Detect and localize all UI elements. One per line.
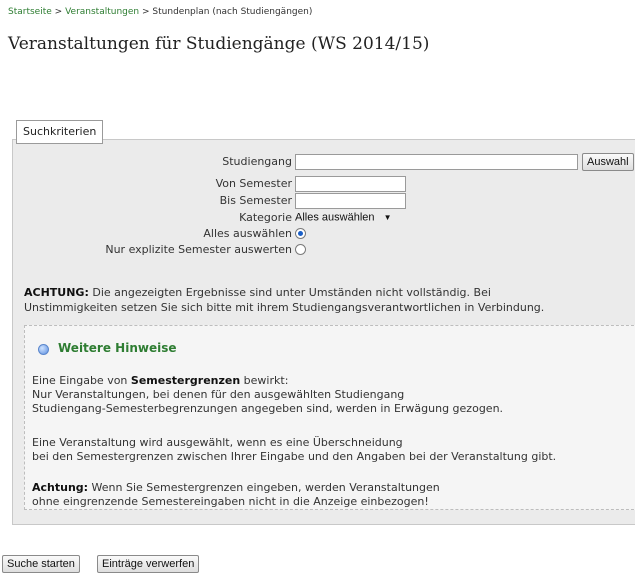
breadcrumb: Startseite > Veranstaltungen > Stundenpl… <box>8 7 312 17</box>
hint-p3-line2: ohne eingrenzende Semestereingaben nicht… <box>32 495 429 508</box>
radio-explicit-semester[interactable] <box>295 244 306 255</box>
breadcrumb-home-link[interactable]: Startseite <box>8 7 52 17</box>
kategorie-row: Kategorie Alles auswählen ▼ <box>0 210 635 226</box>
hint-paragraph-3: Achtung: Wenn Sie Semestergrenzen eingeb… <box>32 481 632 509</box>
hint-p2-line1: Eine Veranstaltung wird ausgewählt, wenn… <box>32 436 403 449</box>
studiengang-row: Studiengang Auswahl <box>0 153 635 171</box>
breadcrumb-events-link[interactable]: Veranstaltungen <box>65 7 139 17</box>
radio-all-row: Alles auswählen <box>0 226 635 242</box>
radio-all-label: Alles auswählen <box>203 227 292 240</box>
warning-line1: Die angezeigten Ergebnisse sind unter Um… <box>88 286 491 299</box>
chevron-down-icon: ▼ <box>383 213 392 222</box>
search-criteria-legend: Suchkriterien <box>16 120 104 144</box>
bis-semester-input[interactable] <box>295 193 406 209</box>
breadcrumb-separator: > <box>54 7 63 17</box>
warning-strong: ACHTUNG: <box>24 286 89 299</box>
warning-notice: ACHTUNG: Die angezeigten Ergebnisse sind… <box>24 285 624 315</box>
hint-p2-line2: bei den Semestergrenzen zwischen Ihrer E… <box>32 450 557 463</box>
von-semester-row: Von Semester <box>0 176 635 192</box>
warning-line2: Unstimmigkeiten setzen Sie sich bitte mi… <box>24 301 545 314</box>
breadcrumb-separator: > <box>142 7 150 17</box>
bis-semester-row: Bis Semester <box>0 193 635 209</box>
hints-title: Weitere Hinweise <box>58 341 177 355</box>
kategorie-select[interactable]: Alles auswählen ▼ <box>295 210 391 225</box>
reset-entries-button[interactable]: Einträge verwerfen <box>97 555 200 573</box>
auswahl-button[interactable]: Auswahl <box>582 153 634 171</box>
kategorie-label: Kategorie <box>239 211 292 224</box>
radio-explicit-label: Nur explizite Semester auswerten <box>105 243 292 256</box>
von-semester-label: Von Semester <box>215 177 292 190</box>
hint-p1-prefix: Eine Eingabe von <box>32 374 131 387</box>
radio-all[interactable] <box>295 228 306 239</box>
hint-p1-line2: Nur Veranstaltungen, bei denen für den a… <box>32 388 405 401</box>
hint-p3-line1: Wenn Sie Semestergrenzen eingeben, werde… <box>88 481 440 494</box>
page-title: Veranstaltungen für Studiengänge (WS 201… <box>8 34 430 54</box>
hint-p3-bold: Achtung: <box>32 481 89 494</box>
hint-p1-suffix: bewirkt: <box>240 374 289 387</box>
kategorie-selected-value: Alles auswählen <box>295 211 375 224</box>
von-semester-input[interactable] <box>295 176 406 192</box>
studiengang-label: Studiengang <box>222 155 292 168</box>
info-icon <box>38 344 49 355</box>
radio-explicit-row: Nur explizite Semester auswerten <box>0 242 635 258</box>
hint-p1-bold: Semestergrenzen <box>130 374 241 387</box>
hint-p1-line3: Studiengang-Semesterbegrenzungen angegeb… <box>32 402 504 415</box>
breadcrumb-current: Stundenplan (nach Studiengängen) <box>152 7 313 17</box>
search-start-button[interactable]: Suche starten <box>2 555 80 573</box>
bis-semester-label: Bis Semester <box>219 194 292 207</box>
studiengang-input[interactable] <box>295 154 578 170</box>
hint-paragraph-1: Eine Eingabe von Semestergrenzen bewirkt… <box>32 374 632 416</box>
hint-paragraph-2: Eine Veranstaltung wird ausgewählt, wenn… <box>32 436 632 464</box>
